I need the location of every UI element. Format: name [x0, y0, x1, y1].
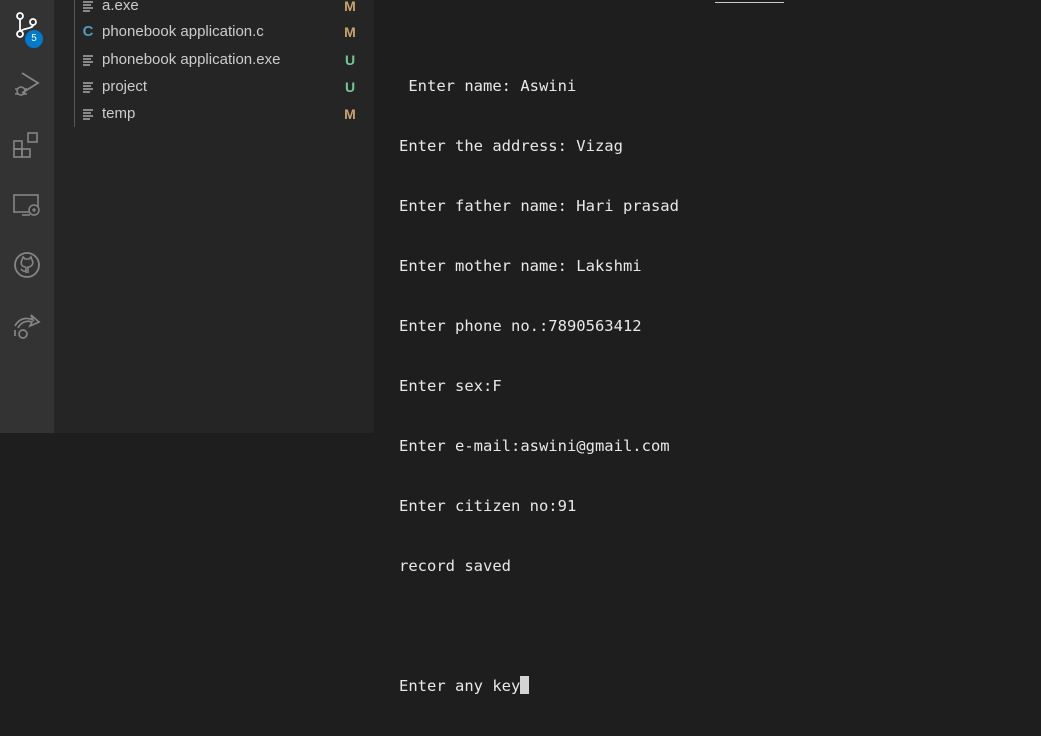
- terminal-line: Enter citizen no:91: [399, 497, 577, 515]
- file-lines-icon: [81, 106, 95, 122]
- run-debug-button[interactable]: [0, 64, 54, 104]
- git-status-badge: M: [344, 105, 356, 122]
- run-debug-icon: [15, 72, 40, 96]
- extensions-button[interactable]: [0, 125, 54, 165]
- terminal-line: Enter name: Aswini: [399, 77, 577, 95]
- terminal-line: Enter the address: Vizag: [399, 137, 623, 155]
- remote-explorer-icon: [13, 194, 40, 216]
- terminal-output: Enter name: Aswini Enter the address: Vi…: [399, 36, 679, 736]
- terminal-tab-indicator: [715, 2, 784, 3]
- file-name: project: [102, 78, 148, 95]
- terminal-line: Enter phone no.:7890563412: [399, 317, 642, 335]
- git-status-badge: U: [344, 51, 356, 68]
- file-item[interactable]: temp M: [54, 100, 374, 127]
- terminal-panel[interactable]: Enter name: Aswini Enter the address: Vi…: [374, 0, 1041, 695]
- file-name: temp: [102, 105, 136, 122]
- file-item[interactable]: a.exe M: [54, 0, 374, 19]
- explorer-sidebar: a.exe M C phonebook application.c M phon…: [54, 0, 374, 433]
- terminal-line: Enter father name: Hari prasad: [399, 197, 679, 215]
- live-share-icon: [14, 314, 41, 339]
- terminal-prompt-line: Enter any key: [399, 676, 679, 696]
- terminal-line: Enter e-mail:aswini@gmail.com: [399, 437, 670, 455]
- git-status-badge: M: [344, 23, 356, 40]
- file-item[interactable]: phonebook application.exe U: [54, 46, 374, 73]
- extensions-icon: [13, 132, 38, 158]
- source-control-button[interactable]: 5: [0, 5, 54, 48]
- file-lines-icon: [81, 0, 95, 14]
- terminal-cursor: [520, 676, 530, 694]
- terminal-prompt-text: Enter any key: [399, 677, 521, 695]
- file-lines-icon: [81, 79, 95, 95]
- file-name: phonebook application.c: [102, 23, 264, 40]
- terminal-line: Enter mother name: Lakshmi: [399, 257, 642, 275]
- github-icon: [14, 252, 40, 278]
- live-share-button[interactable]: [0, 305, 54, 345]
- file-item[interactable]: project U: [54, 73, 374, 100]
- file-name: a.exe: [102, 0, 139, 14]
- c-file-icon: C: [82, 23, 94, 40]
- source-control-badge: 5: [25, 30, 43, 48]
- activity-bar: 5: [0, 0, 54, 433]
- file-name: phonebook application.exe: [102, 51, 281, 68]
- git-status-badge: U: [344, 78, 356, 95]
- terminal-line: record saved: [399, 557, 511, 575]
- remote-explorer-button[interactable]: [0, 185, 54, 225]
- file-lines-icon: [81, 52, 95, 68]
- file-item[interactable]: C phonebook application.c M: [54, 18, 374, 45]
- git-status-badge: M: [344, 0, 356, 14]
- github-button[interactable]: [0, 245, 54, 285]
- terminal-line: Enter sex:F: [399, 377, 502, 395]
